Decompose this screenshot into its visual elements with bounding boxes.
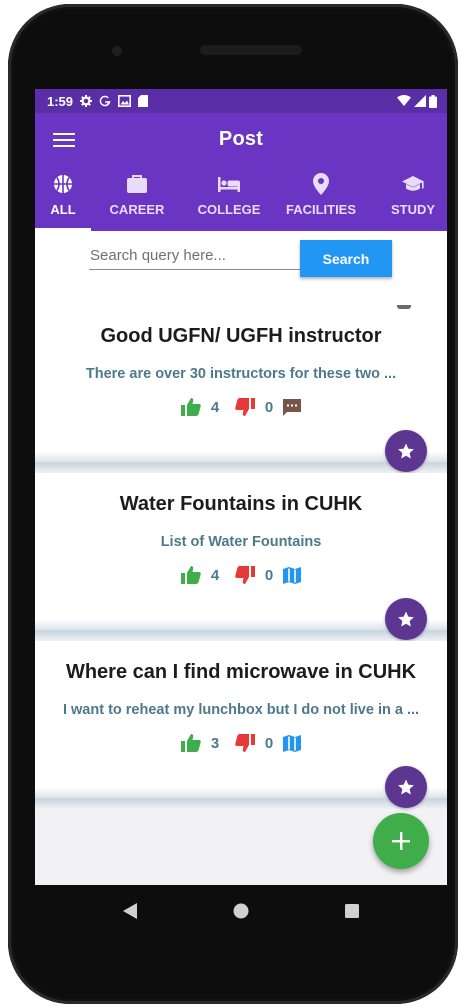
thumbs-up-icon[interactable] [181, 734, 201, 752]
post-description: There are over 30 instructors for these … [85, 366, 397, 382]
front-camera [112, 46, 122, 56]
thumbs-down-icon[interactable] [235, 566, 255, 584]
earpiece-speaker [200, 45, 302, 55]
wifi-icon [397, 95, 411, 106]
graduation-cap-icon [402, 176, 424, 191]
favorite-star-button[interactable] [385, 598, 427, 640]
post-card[interactable]: Good UGFN/ UGFH instructor There are ove… [35, 305, 447, 451]
hotel-bed-icon [218, 177, 240, 192]
app-bar: Post [35, 113, 447, 165]
image-icon [118, 95, 132, 107]
tab-label: ALL [50, 202, 76, 217]
cell-signal-icon [414, 95, 426, 107]
thumbs-down-icon[interactable] [235, 398, 255, 416]
sd-card-icon [138, 95, 149, 107]
post-title: Good UGFN/ UGFH instructor [100, 325, 382, 347]
post-stats: 4 0 [35, 398, 447, 416]
tab-label: COLLEGE [197, 202, 261, 217]
recents-button[interactable] [332, 891, 372, 931]
favorite-star-button[interactable] [385, 430, 427, 472]
comment-icon [283, 398, 301, 416]
post-description: I want to reheat my lunchbox but I do no… [62, 702, 420, 718]
system-nav-bar [35, 885, 447, 937]
dislike-count: 0 [264, 734, 274, 752]
like-count: 4 [210, 566, 220, 584]
star-icon [398, 779, 414, 795]
tab-all[interactable]: ALL [35, 165, 91, 231]
thumbs-up-icon[interactable] [181, 566, 201, 584]
scroll-indicator [397, 305, 411, 309]
post-card[interactable]: Where can I find microwave in CUHK I wan… [35, 641, 447, 787]
tab-career[interactable]: CAREER [91, 165, 183, 231]
google-g-icon [99, 95, 111, 107]
map-icon [283, 734, 301, 752]
star-icon [398, 443, 414, 459]
dislike-count: 0 [264, 566, 274, 584]
star-icon [398, 611, 414, 627]
tab-label: FACILITIES [285, 202, 357, 217]
app-screen: 1:59 Post ALL CAREER COLLEGE FACILITIES … [35, 89, 447, 885]
tab-label: STUDY [390, 202, 436, 217]
tab-facilities[interactable]: FACILITIES [275, 165, 367, 231]
location-pin-icon [313, 173, 329, 195]
briefcase-icon [127, 175, 147, 193]
like-count: 4 [210, 398, 220, 416]
thumbs-up-icon[interactable] [181, 398, 201, 416]
home-button[interactable] [221, 891, 261, 931]
search-input[interactable] [89, 241, 300, 270]
back-triangle-icon [123, 903, 138, 919]
post-stats: 3 0 [35, 734, 447, 752]
battery-icon [429, 94, 437, 108]
like-count: 3 [210, 734, 220, 752]
back-button[interactable] [110, 891, 150, 931]
page-title: Post [218, 127, 264, 150]
favorite-star-button[interactable] [385, 766, 427, 808]
category-tabs: ALL CAREER COLLEGE FACILITIES STUDY [35, 165, 447, 231]
post-list[interactable]: Good UGFN/ UGFH instructor There are ove… [35, 305, 447, 885]
post-title: Where can I find microwave in CUHK [65, 661, 417, 683]
map-icon [283, 566, 301, 584]
basketball-icon [54, 175, 72, 193]
post-description: List of Water Fountains [160, 534, 322, 550]
post-stats: 4 0 [35, 566, 447, 584]
status-time: 1:59 [47, 93, 74, 109]
dislike-count: 0 [264, 398, 274, 416]
post-card[interactable]: Water Fountains in CUHK List of Water Fo… [35, 473, 447, 619]
hamburger-menu-icon[interactable] [53, 129, 75, 149]
tab-college[interactable]: COLLEGE [183, 165, 275, 231]
search-bar: Search [35, 231, 447, 281]
status-bar: 1:59 [35, 89, 447, 113]
post-title: Water Fountains in CUHK [119, 493, 363, 515]
thumbs-down-icon[interactable] [235, 734, 255, 752]
home-circle-icon [233, 903, 249, 919]
search-button[interactable]: Search [300, 240, 392, 277]
add-post-button[interactable] [373, 813, 429, 869]
tab-study[interactable]: STUDY [367, 165, 447, 231]
settings-gear-icon [80, 95, 93, 107]
plus-icon [392, 832, 410, 850]
tab-label: CAREER [109, 202, 165, 217]
recents-square-icon [344, 904, 359, 918]
